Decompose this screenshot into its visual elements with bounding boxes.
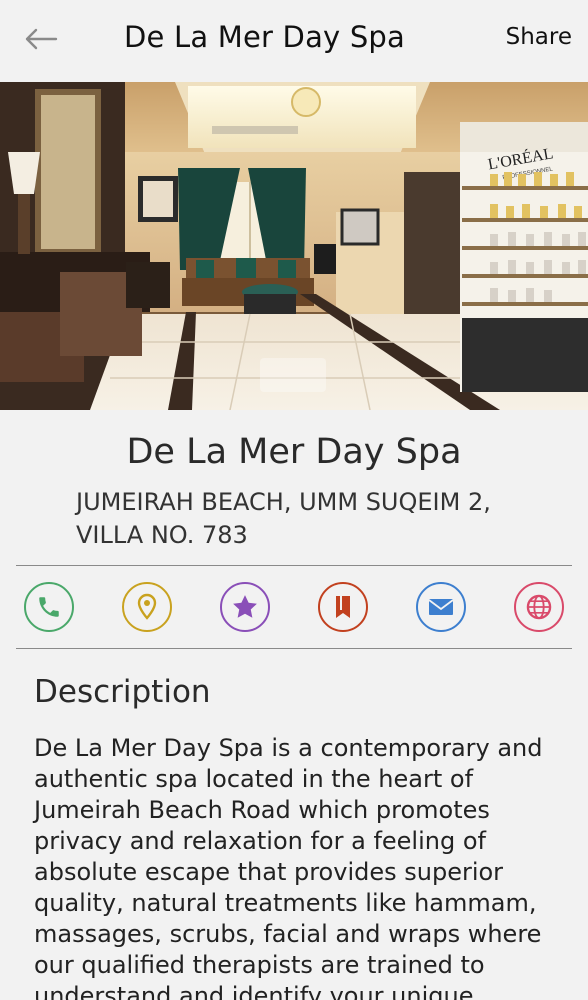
- map-button[interactable]: [122, 582, 172, 632]
- divider-bottom: [16, 648, 572, 649]
- app-bar: De La Mer Day Spa Share: [0, 0, 588, 80]
- website-button[interactable]: [514, 582, 564, 632]
- back-button[interactable]: [18, 18, 64, 60]
- page-title: De La Mer Day Spa: [124, 20, 406, 54]
- listing-address: JUMEIRAH BEACH, UMM SUQEIM 2, VILLA NO. …: [76, 486, 516, 552]
- description-line: understand and identify your unique: [34, 982, 474, 1000]
- listing-name: De La Mer Day Spa: [126, 432, 462, 472]
- action-bar: [0, 580, 588, 634]
- description-line: absolute escape that provides superior: [34, 858, 504, 886]
- divider-top: [16, 565, 572, 566]
- description-line: authentic spa located in the heart of: [34, 765, 474, 793]
- share-button[interactable]: Share: [506, 24, 572, 50]
- bookmark-button[interactable]: [318, 582, 368, 632]
- map-pin-icon: [137, 593, 157, 620]
- address-line-2: VILLA NO. 783: [76, 521, 248, 549]
- description-line: De La Mer Day Spa is a contemporary and: [34, 734, 543, 762]
- email-icon: [428, 599, 454, 615]
- description-line: our qualified therapists are trained to: [34, 951, 485, 979]
- description-line: Jumeirah Beach Road which promotes: [34, 796, 490, 824]
- description-line: privacy and relaxation for a feeling of: [34, 827, 486, 855]
- star-icon: [233, 595, 257, 618]
- description-line: quality, natural treatments like hammam,: [34, 889, 537, 917]
- address-line-1: JUMEIRAH BEACH, UMM SUQEIM 2,: [76, 488, 491, 516]
- description-text: De La Mer Day Spa is a contemporary and …: [34, 733, 554, 1000]
- gallery-indicator: [260, 358, 326, 392]
- globe-icon: [526, 594, 552, 620]
- call-button[interactable]: [24, 582, 74, 632]
- email-button[interactable]: [416, 582, 466, 632]
- description-heading: Description: [34, 674, 211, 710]
- favorite-button[interactable]: [220, 582, 270, 632]
- bookmark-icon: [336, 596, 350, 618]
- arrow-left-icon: [25, 28, 58, 50]
- description-line: massages, scrubs, facial and wraps where: [34, 920, 542, 948]
- phone-icon: [39, 597, 59, 617]
